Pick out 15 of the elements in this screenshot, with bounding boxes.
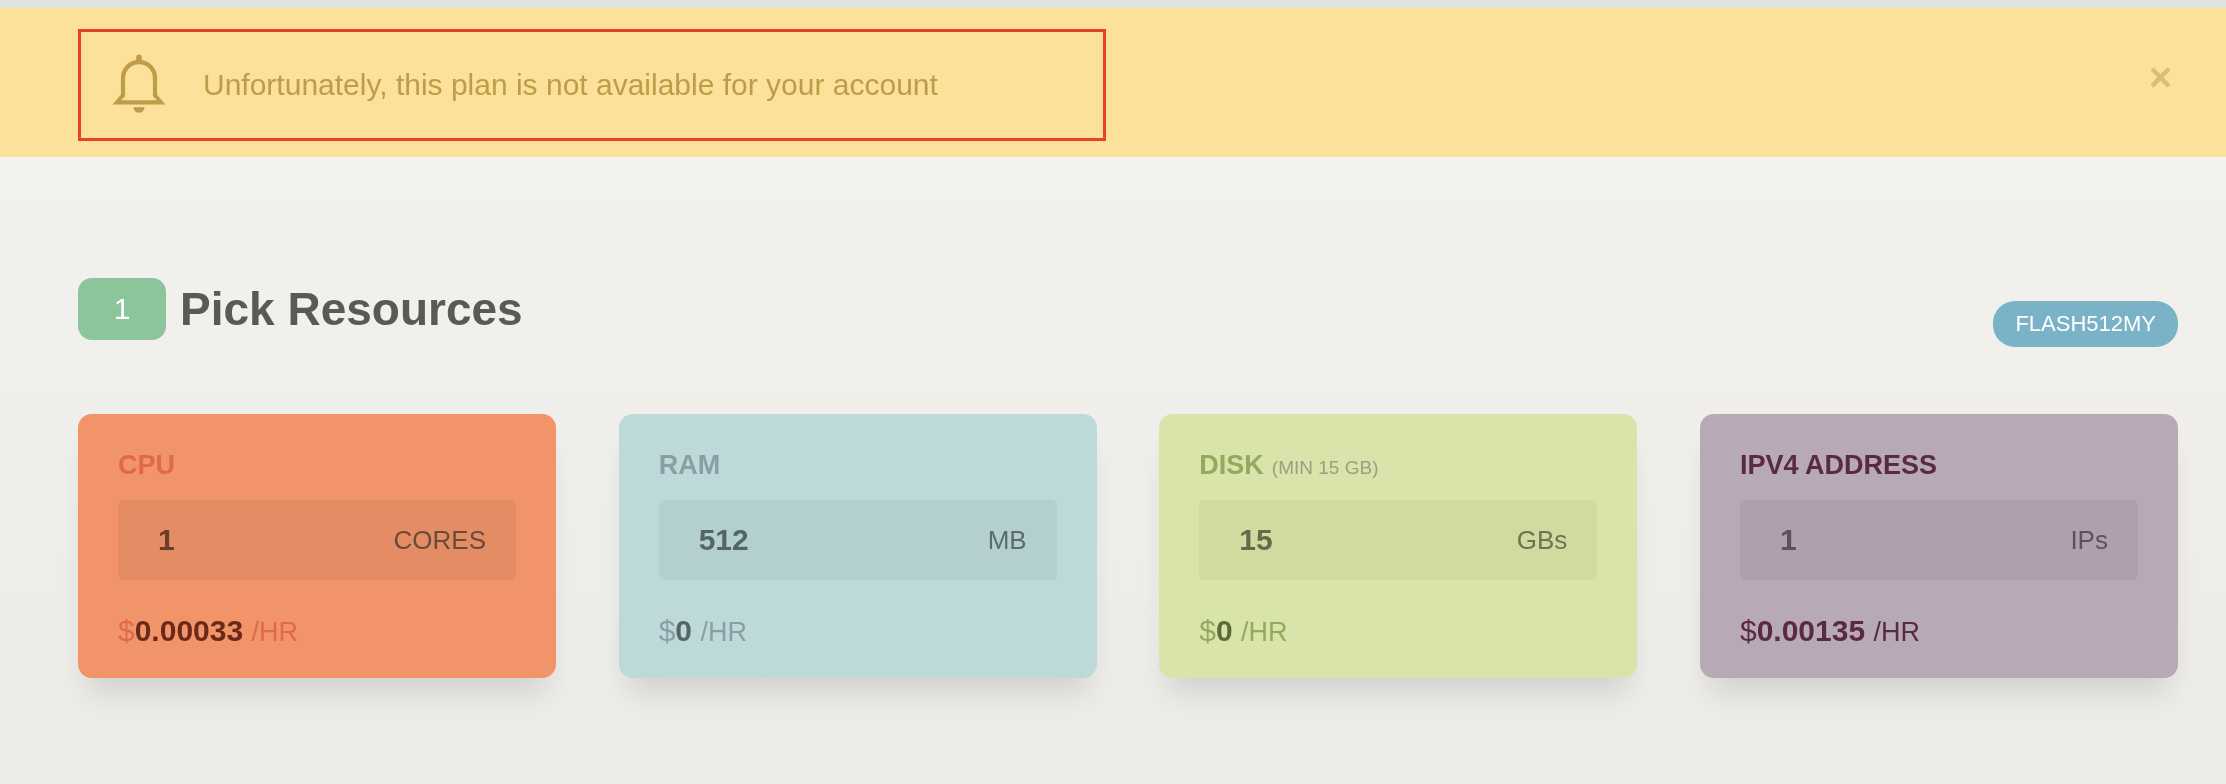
quantity-field[interactable]: 15 GBs <box>1199 500 1598 580</box>
section-title: Pick Resources <box>180 282 523 336</box>
quantity-field[interactable]: 1 CORES <box>118 500 516 580</box>
resource-label: RAM <box>658 450 721 481</box>
resource-label: DISK <box>1199 450 1264 481</box>
hourly-price: $0 /HR <box>1199 614 1289 648</box>
hourly-price: $0.00135 /HR <box>1739 614 1921 648</box>
promo-code-badge: FLASH512MY <box>1993 301 2178 347</box>
alert-message: Unfortunately, this plan is not available for your account <box>203 67 938 102</box>
step-badge: 1 <box>78 278 166 340</box>
resource-label: IPV4 ADDRESS <box>1739 450 1938 481</box>
quantity-field[interactable]: 1 IPs <box>1739 500 2138 580</box>
quantity-field[interactable]: 512 MB <box>658 500 1057 580</box>
resource-note: (MIN 15 GB) <box>1271 457 1379 479</box>
hourly-price: $0 /HR <box>658 614 748 648</box>
